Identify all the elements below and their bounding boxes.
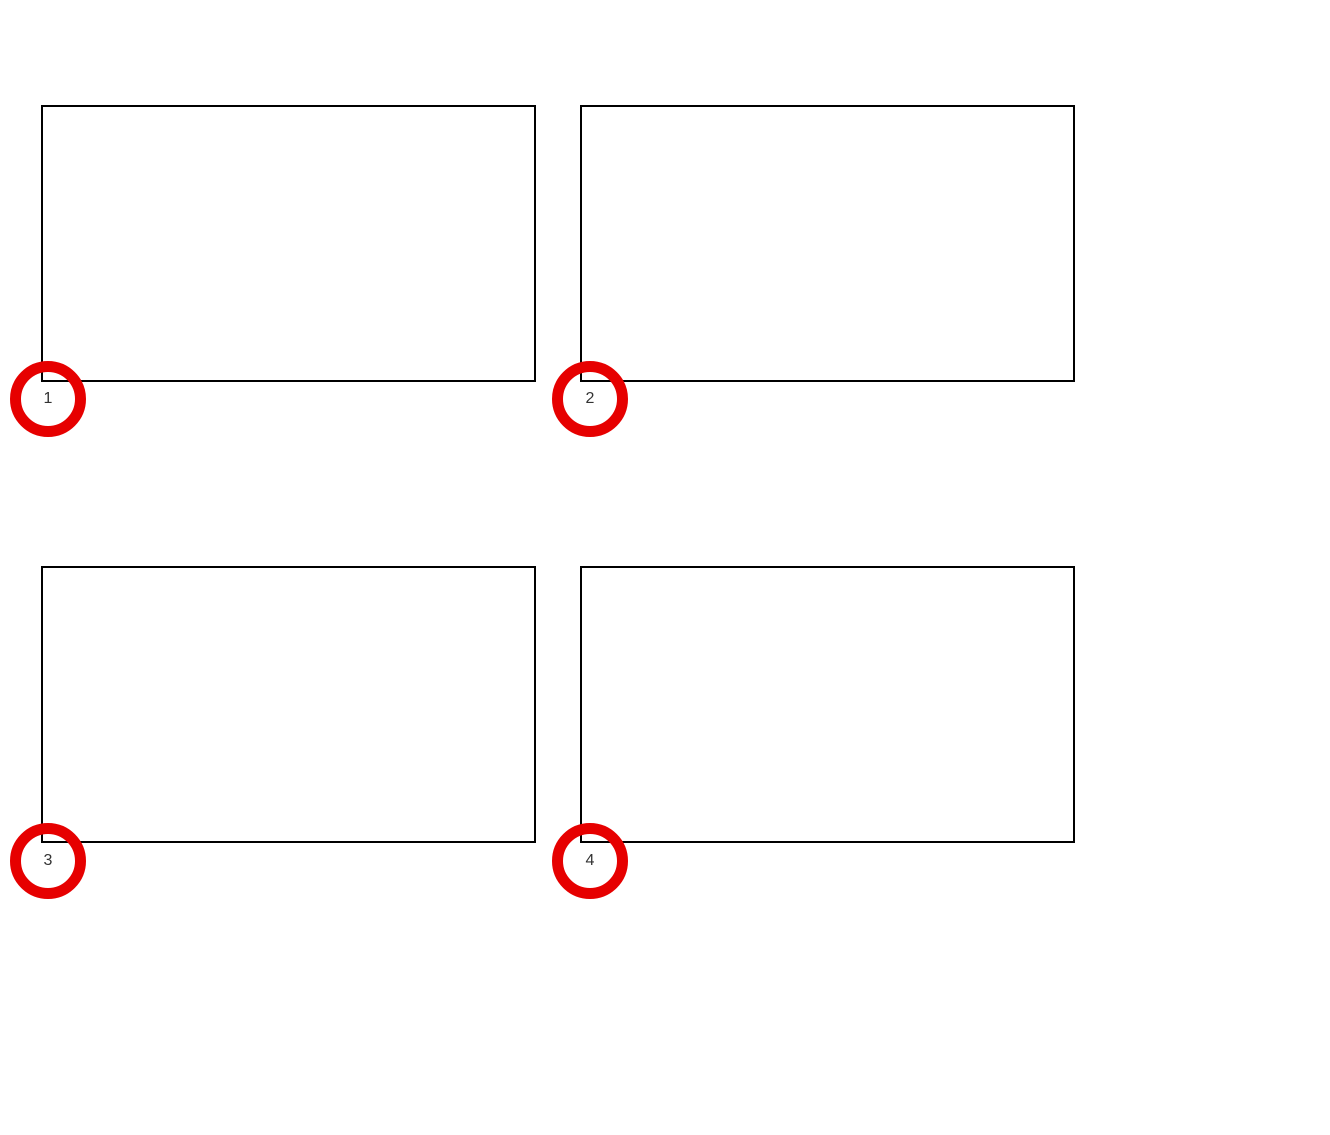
panel-marker-1: 1 <box>10 361 86 437</box>
panel-marker-2: 2 <box>552 361 628 437</box>
panel-marker-label-3: 3 <box>44 852 53 870</box>
panel-marker-3: 3 <box>10 823 86 899</box>
storyboard-panel-2 <box>580 105 1075 382</box>
panel-marker-label-1: 1 <box>44 390 53 408</box>
panel-marker-label-2: 2 <box>586 390 595 408</box>
storyboard-panel-4 <box>580 566 1075 843</box>
panel-marker-label-4: 4 <box>586 852 595 870</box>
storyboard-panel-3 <box>41 566 536 843</box>
panel-marker-4: 4 <box>552 823 628 899</box>
storyboard-panel-1 <box>41 105 536 382</box>
